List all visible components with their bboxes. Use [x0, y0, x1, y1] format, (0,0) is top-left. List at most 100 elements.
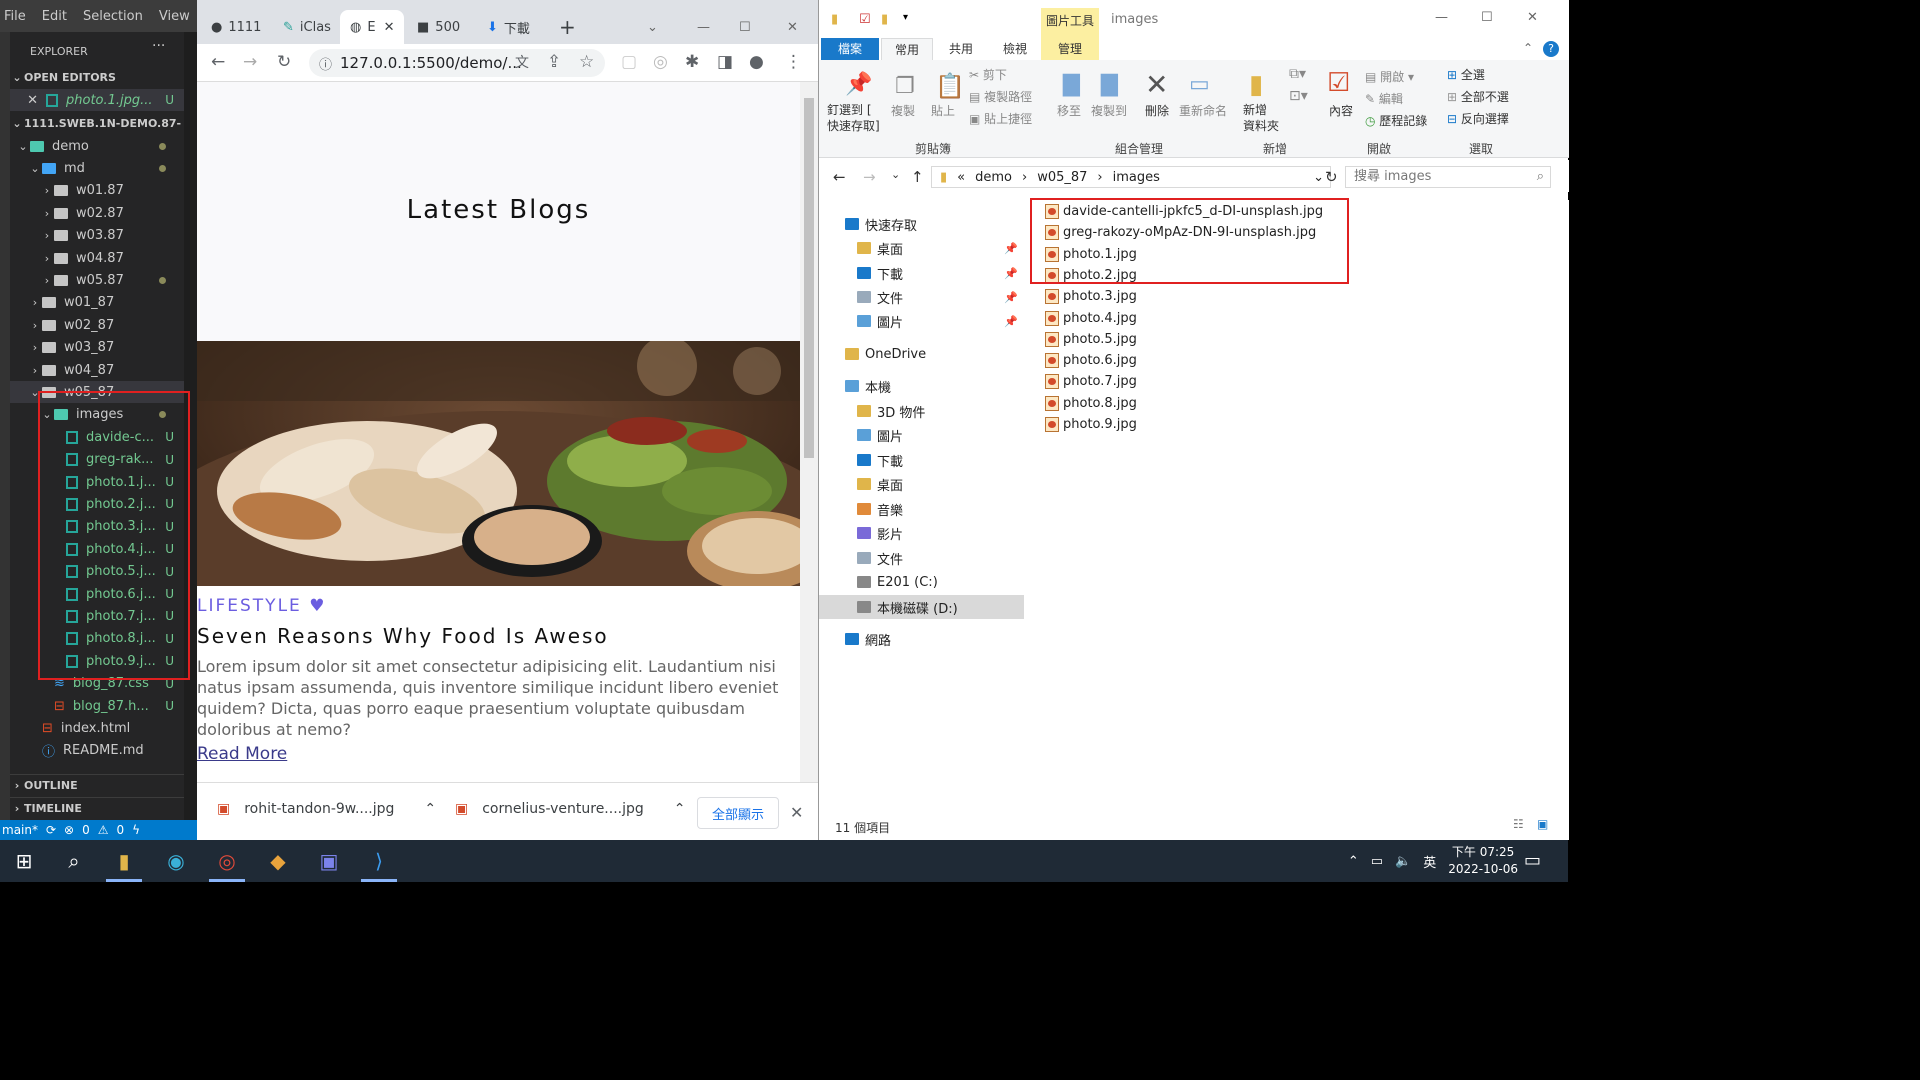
nav-item[interactable]: 本機磁碟 (D:): [819, 595, 1024, 619]
details-view-icon[interactable]: ☷: [1513, 817, 1524, 831]
profile-avatar[interactable]: ●: [749, 52, 764, 72]
lightning-icon[interactable]: ϟ: [132, 823, 140, 837]
tree-item[interactable]: ⌄ demo: [10, 135, 184, 157]
translate-icon[interactable]: 文: [515, 52, 529, 72]
vscode-app[interactable]: ⟩: [355, 840, 403, 882]
open-button[interactable]: ▤ 開啟 ▾: [1365, 68, 1414, 85]
open-editors-section[interactable]: ⌄ OPEN EDITORS: [10, 66, 184, 88]
move-to-button[interactable]: 移至: [1057, 102, 1081, 119]
minimize-icon[interactable]: —: [1435, 10, 1448, 25]
minimize-icon[interactable]: —: [687, 10, 710, 44]
recent-dropdown-icon[interactable]: ⌄: [891, 168, 900, 181]
menu-file[interactable]: File: [4, 9, 26, 24]
large-icons-view-icon[interactable]: ▣: [1537, 817, 1548, 831]
extensions-puzzle-icon[interactable]: ✱: [685, 52, 699, 72]
download-item[interactable]: ▣ cornelius-venture....jpg ⌃: [455, 801, 686, 817]
tab-search-icon[interactable]: ⌄: [637, 10, 658, 44]
refresh-icon[interactable]: ↻: [1325, 168, 1338, 186]
nav-item[interactable]: 本機: [819, 374, 1024, 398]
copy-path-button[interactable]: ▤ 複製路徑: [969, 88, 1032, 105]
nav-item[interactable]: 下載: [819, 448, 1024, 472]
tree-item[interactable]: › w02.87: [10, 202, 184, 224]
volume-icon[interactable]: 🔈: [1395, 854, 1411, 869]
rename-button[interactable]: 重新命名: [1179, 102, 1227, 119]
copy-button[interactable]: 複製: [891, 102, 915, 119]
file-explorer-app[interactable]: ▮: [100, 840, 148, 882]
back-icon[interactable]: ←: [833, 168, 846, 186]
menu-edit[interactable]: Edit: [42, 9, 67, 24]
nav-item[interactable]: 圖片 📌: [819, 309, 1024, 333]
address-dropdown-icon[interactable]: ⌄: [1313, 170, 1324, 185]
close-icon[interactable]: ✕: [10, 93, 38, 108]
menu-view[interactable]: View: [159, 9, 190, 24]
pin-icon[interactable]: 📌: [1004, 291, 1018, 304]
file-item[interactable]: photo.5.jpg: [1045, 329, 1137, 350]
timeline-section[interactable]: › TIMELINE: [10, 797, 184, 819]
delete-button[interactable]: 刪除: [1145, 102, 1169, 119]
nav-item[interactable]: OneDrive: [819, 342, 1024, 366]
forward-icon[interactable]: →: [243, 52, 257, 72]
nav-item[interactable]: 桌面 📌: [819, 236, 1024, 260]
tree-item[interactable]: › w03.87: [10, 225, 184, 247]
new-item-icon[interactable]: ⧉▾: [1289, 66, 1306, 82]
breadcrumb-w05_87[interactable]: w05_87: [1037, 170, 1087, 185]
clock[interactable]: 下午 07:25 2022-10-06: [1448, 844, 1518, 878]
nav-item[interactable]: 網路: [819, 627, 1024, 651]
nav-item[interactable]: 文件: [819, 546, 1024, 570]
reload-icon[interactable]: ↻: [277, 52, 291, 72]
up-icon[interactable]: ↑: [911, 168, 924, 186]
nav-item[interactable]: 下載 📌: [819, 261, 1024, 285]
nav-item[interactable]: 影片: [819, 521, 1024, 545]
scrollbar-thumb[interactable]: [804, 98, 814, 458]
extension-icon[interactable]: ▢: [621, 52, 637, 72]
maximize-icon[interactable]: ☐: [1481, 10, 1493, 25]
select-none-button[interactable]: ⊞ 全部不選: [1447, 88, 1509, 105]
select-all-button[interactable]: ⊞ 全選: [1447, 66, 1485, 83]
tree-item[interactable]: ⊟ blog_87.h... U: [10, 695, 184, 717]
help-icon[interactable]: ?: [1543, 41, 1559, 57]
close-window-icon[interactable]: ✕: [777, 10, 798, 44]
paste-button[interactable]: 貼上: [931, 102, 955, 119]
tab-manage[interactable]: 管理: [1041, 38, 1099, 60]
breadcrumb[interactable]: ▮ « demo › w05_87 › images ⌄: [931, 166, 1331, 188]
maximize-icon[interactable]: ☐: [729, 10, 751, 44]
tree-item[interactable]: ⊟ index.html: [10, 717, 184, 739]
tab-downloads[interactable]: ⬇ 下載: [477, 10, 547, 44]
tab-file[interactable]: 檔案: [821, 38, 879, 60]
new-tab-button[interactable]: +: [549, 10, 576, 44]
notification-icon[interactable]: ▭: [1524, 850, 1541, 871]
close-downloads-icon[interactable]: ✕: [790, 803, 803, 822]
new-folder-button[interactable]: 新增 資料夾: [1243, 102, 1279, 134]
menu-icon[interactable]: ⋮: [785, 52, 802, 72]
warning-icon[interactable]: ⚠: [98, 823, 109, 837]
quick-access-dropdown-icon[interactable]: ▾: [903, 12, 908, 23]
tree-item[interactable]: › w02_87: [10, 314, 184, 336]
show-all-downloads-button[interactable]: 全部顯示: [697, 797, 779, 829]
chevron-up-icon[interactable]: ⌃: [1348, 854, 1359, 869]
side-panel-icon[interactable]: ◨: [717, 52, 733, 72]
tab-500[interactable]: ■ 500: [407, 10, 473, 44]
tree-item[interactable]: › w01_87: [10, 292, 184, 314]
bookmark-star-icon[interactable]: ☆: [579, 52, 594, 72]
edit-button[interactable]: ✎ 編輯: [1365, 90, 1403, 107]
breadcrumb-demo[interactable]: demo: [975, 170, 1012, 185]
nav-item[interactable]: 音樂: [819, 497, 1024, 521]
file-item[interactable]: photo.6.jpg: [1045, 350, 1137, 371]
nav-item[interactable]: 圖片: [819, 423, 1024, 447]
download-item[interactable]: ▣ rohit-tandon-9w....jpg ⌃: [217, 801, 436, 817]
branch-name[interactable]: main*: [2, 823, 38, 837]
tab-github[interactable]: ● 1111: [201, 10, 267, 44]
properties-button[interactable]: 內容: [1329, 102, 1353, 119]
chevron-up-icon[interactable]: ⌃: [424, 801, 436, 817]
file-item[interactable]: photo.3.jpg: [1045, 286, 1137, 307]
nav-item[interactable]: 桌面: [819, 472, 1024, 496]
pin-quick-access-button[interactable]: 釘選到 [ 快速存取]: [827, 102, 880, 134]
extension-icon[interactable]: ◎: [653, 52, 668, 72]
properties-check-icon[interactable]: ☑: [859, 12, 871, 27]
page-scrollbar[interactable]: [800, 82, 818, 782]
paste-shortcut-button[interactable]: ▣ 貼上捷徑: [969, 110, 1032, 127]
close-tab-icon[interactable]: ✕: [384, 20, 395, 35]
git-app[interactable]: ◆: [254, 840, 302, 882]
forward-icon[interactable]: →: [863, 168, 876, 186]
chrome-app[interactable]: ◎: [203, 840, 251, 882]
